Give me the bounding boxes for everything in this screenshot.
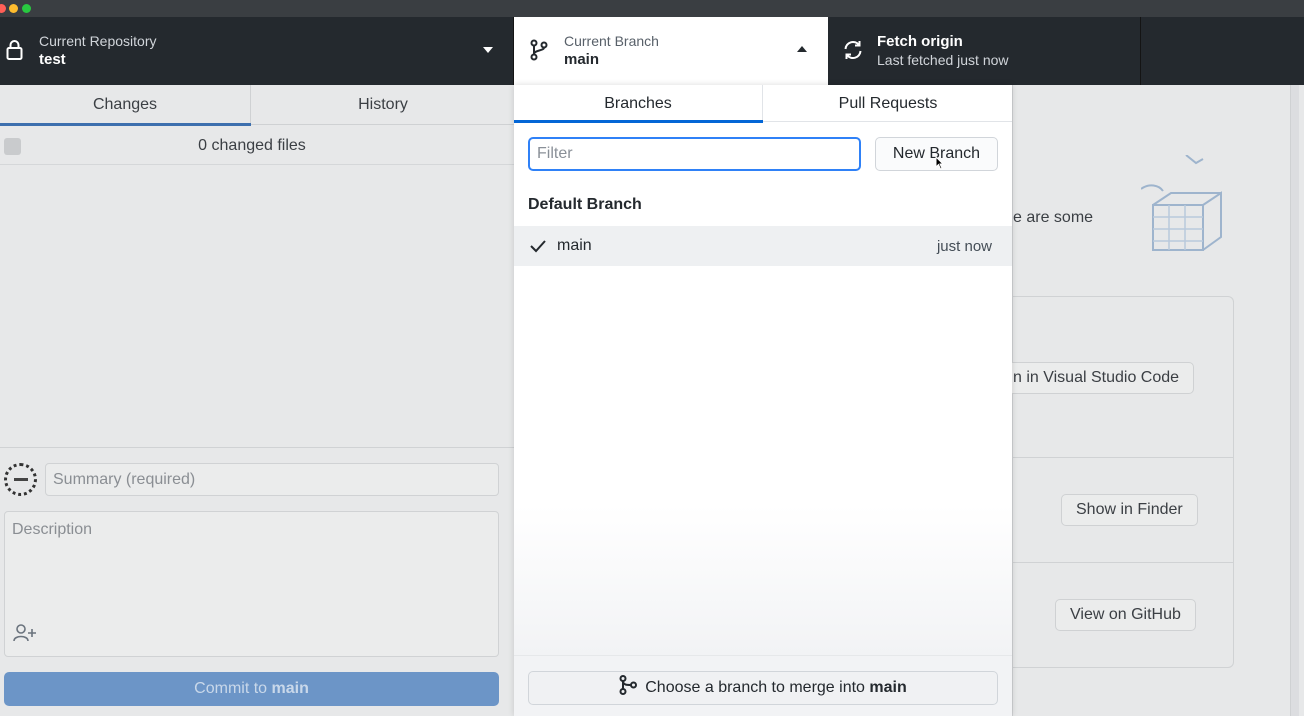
repository-title: Current Repository (39, 33, 157, 49)
branch-dropdown: Branches Pull Requests New Branch Defaul… (514, 85, 1012, 716)
tab-pull-requests[interactable]: Pull Requests (764, 85, 1012, 122)
avatar (4, 463, 37, 496)
merge-button-branch: main (869, 679, 907, 696)
add-coauthor-icon[interactable] (13, 623, 39, 648)
partial-description: e are some (1013, 209, 1094, 226)
branch-item-time: just now (936, 238, 992, 255)
branch-list-item[interactable]: main just now (514, 226, 1012, 266)
tab-branches[interactable]: Branches (514, 85, 763, 123)
repository-illustration-icon (1140, 154, 1236, 260)
changed-files-count: 0 changed files (198, 137, 306, 154)
branch-name: main (564, 51, 600, 68)
commit-button-branch: main (271, 680, 309, 697)
commit-form: Summary (required) Description Commit to… (0, 447, 514, 716)
merge-branch-button[interactable]: Choose a branch to merge into main (528, 671, 998, 705)
git-merge-icon (619, 675, 638, 707)
summary-input[interactable]: Summary (required) (45, 463, 499, 496)
sync-icon (842, 39, 864, 66)
description-field[interactable]: Description (4, 511, 499, 657)
toolbar: Current Repository test Current Branch m… (0, 17, 1304, 85)
branch-filter-input[interactable] (528, 137, 861, 171)
sidebar-tabs: Changes History (0, 85, 514, 126)
divider (1012, 457, 1233, 458)
window-titlebar (0, 0, 1304, 17)
view-on-github-button[interactable]: View on GitHub (1055, 599, 1196, 631)
checkmark-icon (529, 238, 547, 259)
git-branch-icon (530, 39, 548, 66)
close-window-button[interactable] (0, 4, 6, 13)
divider (1012, 562, 1233, 563)
branch-dropdown-tabs: Branches Pull Requests (514, 85, 1012, 123)
chevron-down-icon (483, 47, 493, 53)
commit-button-prefix: Commit to (194, 680, 272, 697)
merge-button-prefix: Choose a branch to merge into (645, 679, 870, 696)
commit-button[interactable]: Commit to main (4, 672, 499, 706)
fetch-origin-button[interactable]: Fetch origin Last fetched just now (828, 17, 1141, 85)
repository-name: test (39, 51, 66, 68)
chevron-up-icon (797, 46, 807, 52)
mouse-cursor-icon (935, 155, 945, 175)
tab-history[interactable]: History (252, 85, 514, 125)
branch-item-name: main (557, 237, 592, 254)
main-content: e are some n in Visual Studio Code Show … (998, 85, 1304, 716)
scrollbar[interactable] (1290, 85, 1299, 716)
suggested-actions-card: n in Visual Studio Code Show in Finder V… (998, 296, 1234, 668)
fetch-status: Last fetched just now (877, 52, 1009, 68)
minimize-window-button[interactable] (9, 4, 18, 13)
branch-title: Current Branch (564, 33, 659, 49)
tab-changes[interactable]: Changes (0, 85, 251, 126)
show-in-finder-button[interactable]: Show in Finder (1061, 494, 1198, 526)
default-branch-header: Default Branch (528, 196, 642, 213)
description-placeholder: Description (12, 521, 93, 538)
branch-dropdown-footer: Choose a branch to merge into main (514, 655, 1012, 716)
changes-sidebar: Changes History 0 changed files Summary … (0, 85, 514, 716)
list-fade (514, 505, 1012, 655)
changes-header: 0 changed files (0, 126, 514, 165)
fetch-title: Fetch origin (877, 33, 963, 50)
lock-icon (6, 39, 23, 66)
zoom-window-button[interactable] (22, 4, 31, 13)
current-repository-button[interactable]: Current Repository test (0, 17, 514, 85)
open-in-vscode-button[interactable]: n in Visual Studio Code (998, 362, 1195, 394)
current-branch-button[interactable]: Current Branch main (514, 17, 828, 85)
